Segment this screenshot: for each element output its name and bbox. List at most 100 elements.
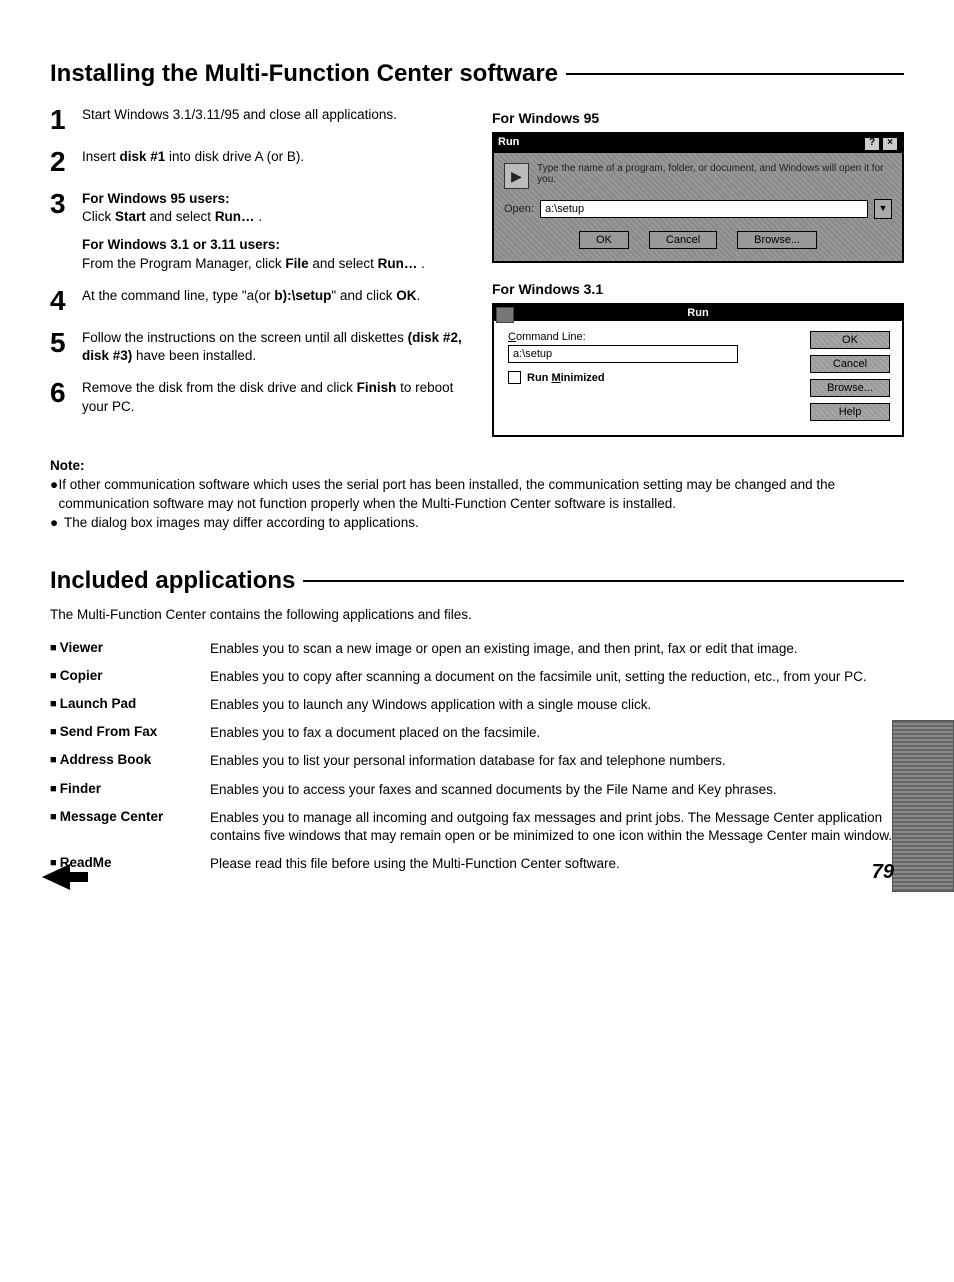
text: Follow the instructions on the screen un… bbox=[82, 330, 408, 345]
note-text: If other communication software which us… bbox=[58, 476, 904, 514]
text: have been installed. bbox=[132, 348, 256, 363]
app-name: Viewer bbox=[50, 640, 210, 658]
intro-text: The Multi-Function Center contains the f… bbox=[50, 607, 904, 622]
app-row: ViewerEnables you to scan a new image or… bbox=[50, 640, 904, 658]
text: Insert bbox=[82, 149, 120, 164]
app-description: Enables you to launch any Windows applic… bbox=[210, 696, 904, 714]
titlebar: Run ?× bbox=[494, 134, 902, 153]
help-icon[interactable]: ? bbox=[864, 137, 880, 151]
step-text: Insert disk #1 into disk drive A (or B). bbox=[82, 148, 462, 176]
browse-button[interactable]: Browse... bbox=[737, 231, 817, 249]
step-6: 6 Remove the disk from the disk drive an… bbox=[50, 379, 462, 415]
cancel-button[interactable]: Cancel bbox=[649, 231, 717, 249]
step-number: 3 bbox=[50, 190, 74, 273]
app-name: Copier bbox=[50, 668, 210, 686]
step-number: 2 bbox=[50, 148, 74, 176]
step-text: Follow the instructions on the screen un… bbox=[82, 329, 462, 365]
run-dialog-win31: Run Command Line: a:\setup Run Minimized… bbox=[492, 303, 904, 437]
step-text: Remove the disk from the disk drive and … bbox=[82, 379, 462, 415]
note-block: Note: ● If other communication software … bbox=[50, 457, 904, 533]
app-name: Address Book bbox=[50, 752, 210, 770]
text: . bbox=[417, 256, 425, 271]
step-number: 5 bbox=[50, 329, 74, 365]
text: ommand Line: bbox=[516, 331, 586, 343]
figure-label-win95: For Windows 95 bbox=[492, 110, 904, 126]
app-row: FinderEnables you to access your faxes a… bbox=[50, 781, 904, 799]
figures-column: For Windows 95 Run ?× ▶ Type the name of… bbox=[492, 106, 904, 437]
dropdown-icon[interactable]: ▼ bbox=[874, 199, 892, 219]
note-text: The dialog box images may differ accordi… bbox=[64, 514, 419, 533]
heading-2-text: Included applications bbox=[50, 567, 295, 595]
step-number: 6 bbox=[50, 379, 74, 415]
window-buttons: ?× bbox=[862, 136, 898, 151]
text-bold: Run… bbox=[215, 209, 255, 224]
step-3: 3 For Windows 95 users: Click Start and … bbox=[50, 190, 462, 273]
app-description: Enables you to copy after scanning a doc… bbox=[210, 668, 904, 686]
text: . bbox=[416, 288, 420, 303]
text: . bbox=[255, 209, 263, 224]
close-icon[interactable]: × bbox=[882, 137, 898, 151]
cancel-button[interactable]: Cancel bbox=[810, 355, 890, 373]
app-row: Launch PadEnables you to launch any Wind… bbox=[50, 696, 904, 714]
app-name: Message Center bbox=[50, 809, 210, 845]
app-description: Please read this file before using the M… bbox=[210, 855, 904, 873]
step-number: 1 bbox=[50, 106, 74, 134]
checkbox-icon bbox=[508, 371, 521, 384]
ok-button[interactable]: OK bbox=[810, 331, 890, 349]
app-description: Enables you to list your personal inform… bbox=[210, 752, 904, 770]
open-label: Open: bbox=[504, 203, 534, 215]
step-text: At the command line, type "a(or b):\setu… bbox=[82, 287, 462, 315]
text: Run bbox=[527, 372, 551, 384]
open-field[interactable]: a:\setup bbox=[540, 200, 868, 218]
app-description: Enables you to fax a document placed on … bbox=[210, 724, 904, 742]
command-line-field[interactable]: a:\setup bbox=[508, 345, 738, 363]
app-description: Enables you to manage all incoming and o… bbox=[210, 809, 904, 845]
text: into disk drive A (or B). bbox=[165, 149, 304, 164]
bullet-icon: ● bbox=[50, 476, 58, 514]
app-name: Finder bbox=[50, 781, 210, 799]
system-menu-icon[interactable] bbox=[496, 307, 514, 323]
app-row: Message CenterEnables you to manage all … bbox=[50, 809, 904, 845]
sub-heading: For Windows 3.1 or 3.11 users: bbox=[82, 237, 280, 252]
text-bold: OK bbox=[396, 288, 416, 303]
browse-button[interactable]: Browse... bbox=[810, 379, 890, 397]
text-bold: disk #1 bbox=[120, 149, 166, 164]
app-description: Enables you to scan a new image or open … bbox=[210, 640, 904, 658]
step-1: 1 Start Windows 3.1/3.11/95 and close al… bbox=[50, 106, 462, 134]
app-name: Launch Pad bbox=[50, 696, 210, 714]
sub-heading: For Windows 95 users: bbox=[82, 191, 230, 206]
heading-rule bbox=[303, 580, 904, 582]
step-text: For Windows 95 users: Click Start and se… bbox=[82, 190, 462, 273]
app-row: Address BookEnables you to list your per… bbox=[50, 752, 904, 770]
text-bold: b):\setup bbox=[274, 288, 331, 303]
page-heading-1: Installing the Multi-Function Center sof… bbox=[50, 60, 904, 88]
text-bold: File bbox=[285, 256, 308, 271]
text-bold: Run… bbox=[378, 256, 418, 271]
note-title: Note: bbox=[50, 457, 904, 476]
dialog-title: Run bbox=[498, 136, 519, 151]
step-number: 4 bbox=[50, 287, 74, 315]
run-minimized-checkbox[interactable]: Run Minimized bbox=[508, 371, 800, 384]
text: At the command line, type "a(or bbox=[82, 288, 274, 303]
run-icon: ▶ bbox=[504, 163, 529, 189]
text: inimized bbox=[561, 372, 605, 384]
text: " and click bbox=[331, 288, 396, 303]
dialog-title: Run bbox=[687, 307, 708, 319]
pointer-icon bbox=[40, 860, 90, 894]
open-row: Open: a:\setup ▼ bbox=[504, 199, 892, 219]
dialog-message-row: ▶ Type the name of a program, folder, or… bbox=[504, 163, 892, 189]
ok-button[interactable]: OK bbox=[579, 231, 629, 249]
command-line-label: Command Line: bbox=[508, 331, 800, 343]
text-bold: Finish bbox=[357, 380, 397, 395]
help-button[interactable]: Help bbox=[810, 403, 890, 421]
app-row: Send From FaxEnables you to fax a docume… bbox=[50, 724, 904, 742]
run-dialog-win95: Run ?× ▶ Type the name of a program, fol… bbox=[492, 132, 904, 263]
text: Remove the disk from the disk drive and … bbox=[82, 380, 357, 395]
page-number: 79 bbox=[872, 861, 894, 884]
text: Click bbox=[82, 209, 115, 224]
app-description: Enables you to access your faxes and sca… bbox=[210, 781, 904, 799]
text-bold: Start bbox=[115, 209, 146, 224]
titlebar: Run bbox=[494, 305, 902, 321]
text: From the Program Manager, click bbox=[82, 256, 285, 271]
step-text: Start Windows 3.1/3.11/95 and close all … bbox=[82, 106, 462, 134]
